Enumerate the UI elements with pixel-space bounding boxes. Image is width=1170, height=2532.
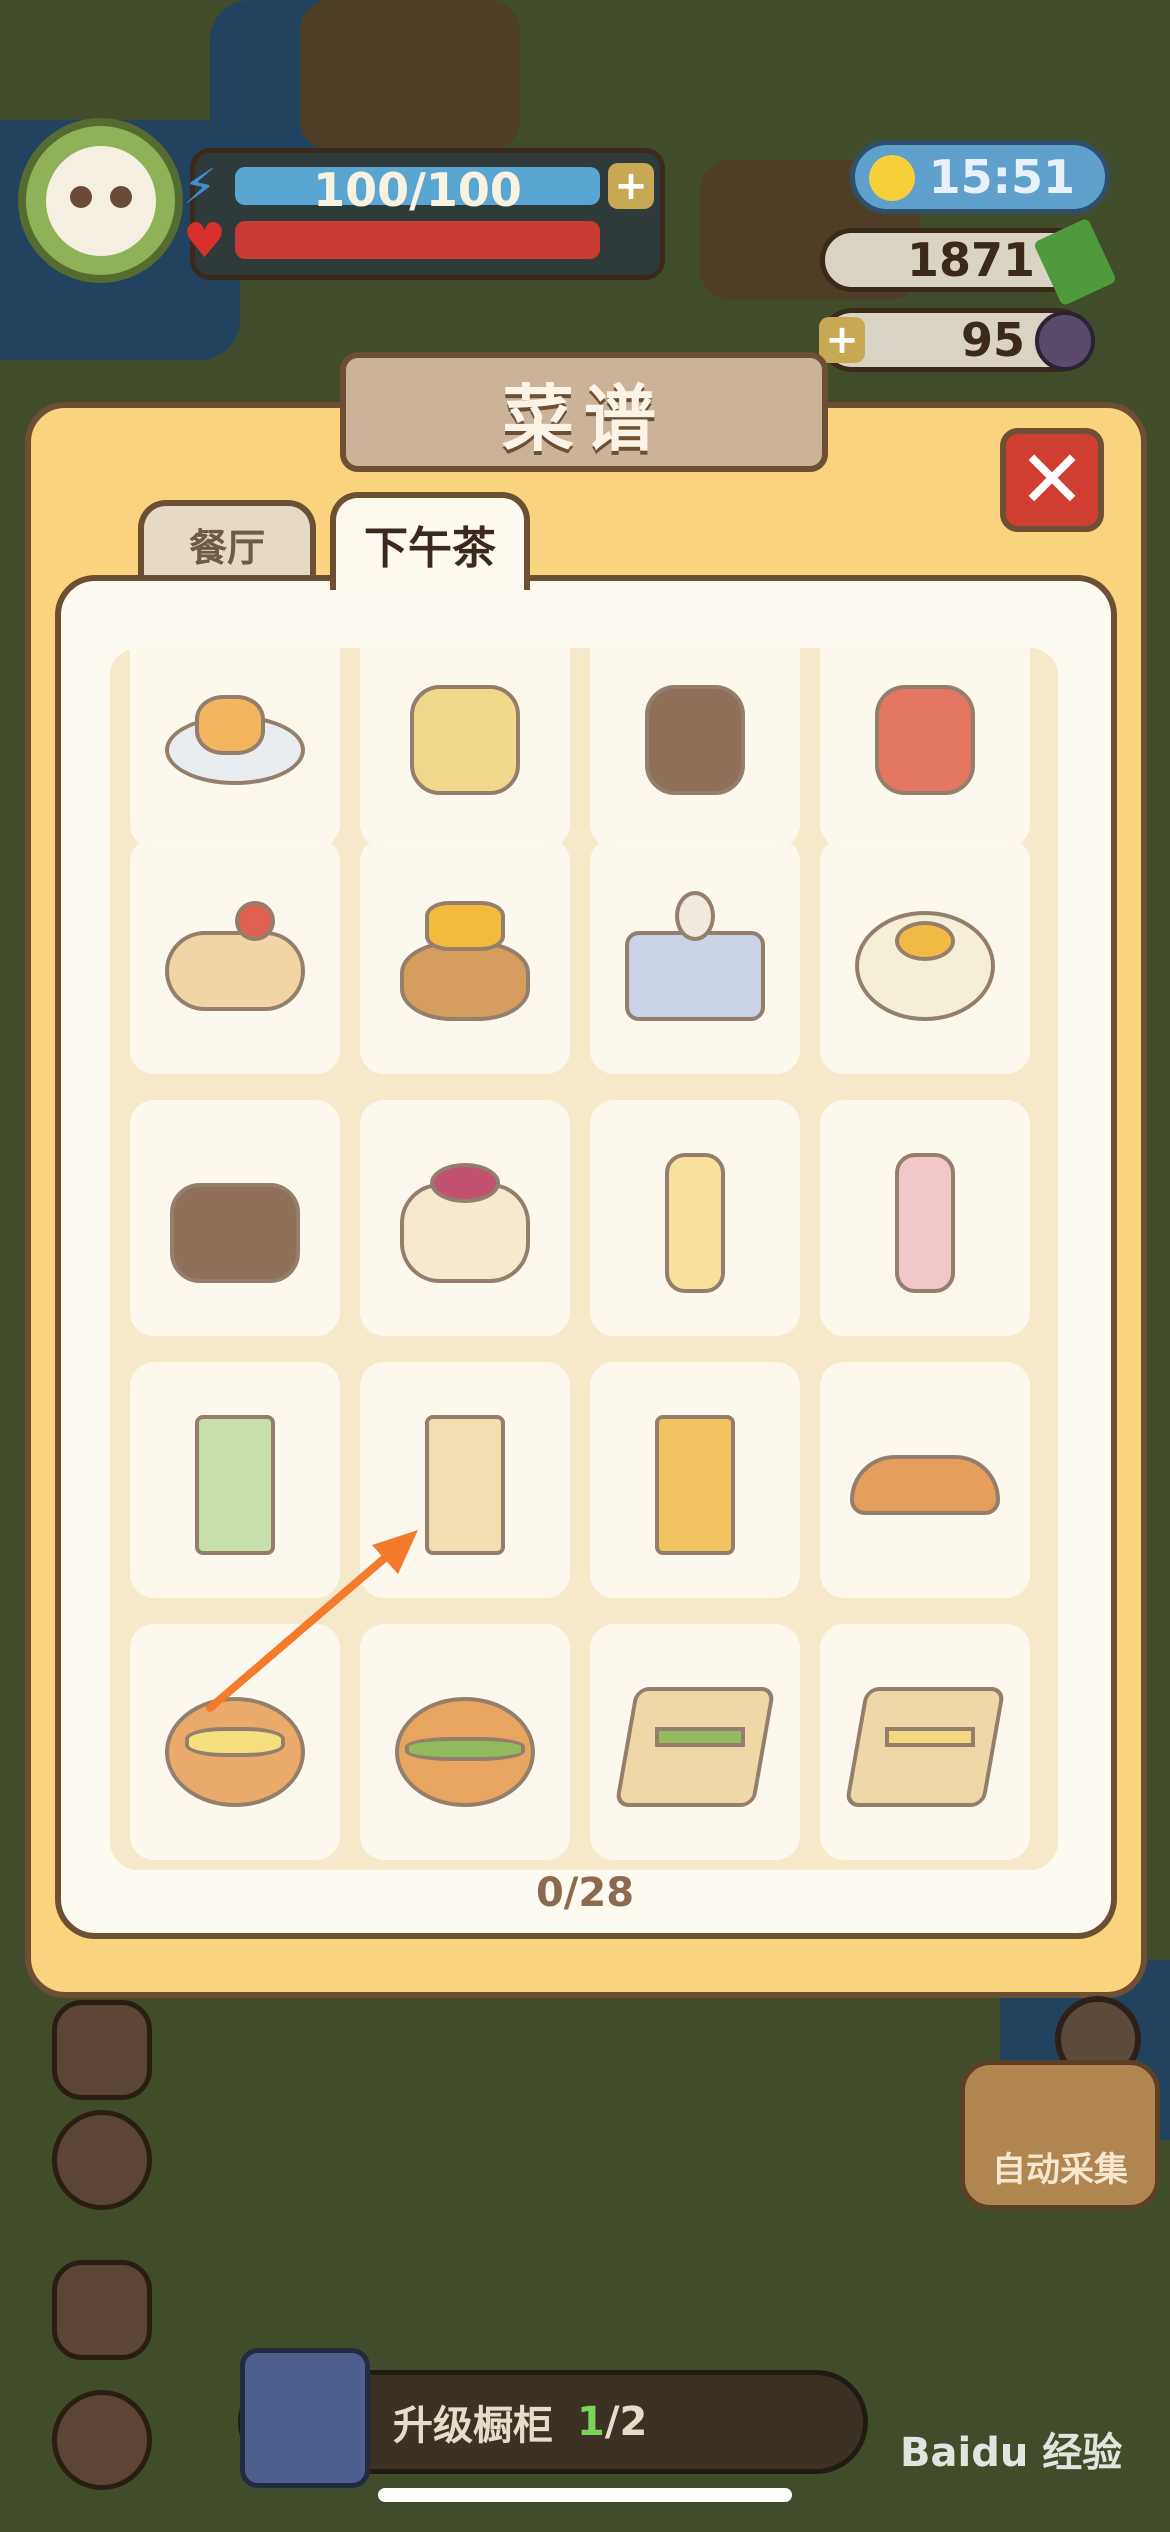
annotation-arrow — [206, 1530, 418, 1712]
home-indicator[interactable] — [378, 2488, 792, 2502]
watermark: Baidu 经验 — [900, 2430, 1123, 2476]
